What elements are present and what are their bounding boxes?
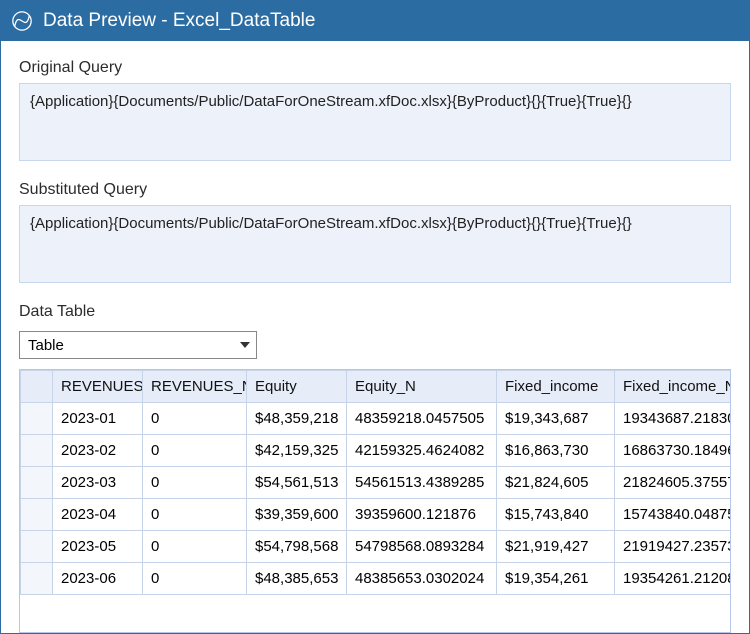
cell[interactable]: 2023-05: [53, 531, 143, 563]
table-view-select[interactable]: Table: [19, 331, 257, 359]
window-title: Data Preview - Excel_DataTable: [43, 10, 315, 32]
cell[interactable]: $42,159,325: [247, 435, 347, 467]
row-handle[interactable]: [21, 499, 53, 531]
column-header[interactable]: Equity: [247, 371, 347, 403]
cell[interactable]: 15743840.0487504: [615, 499, 732, 531]
cell[interactable]: 2023-02: [53, 435, 143, 467]
substituted-query-textarea[interactable]: [19, 205, 731, 283]
cell[interactable]: $54,798,568: [247, 531, 347, 563]
cell[interactable]: $16,863,730: [497, 435, 615, 467]
table-row[interactable]: 2023-030$54,561,51354561513.4389285$21,8…: [21, 467, 732, 499]
cell[interactable]: 21919427.2357313: [615, 531, 732, 563]
cell[interactable]: $15,743,840: [497, 499, 615, 531]
table-row[interactable]: 2023-040$39,359,60039359600.121876$15,74…: [21, 499, 732, 531]
substituted-query-label: Substituted Query: [19, 181, 731, 199]
cell[interactable]: 2023-06: [53, 563, 143, 595]
cell[interactable]: 21824605.3755714: [615, 467, 732, 499]
cell[interactable]: 54798568.0893284: [347, 531, 497, 563]
table-row[interactable]: 2023-010$48,359,21848359218.0457505$19,3…: [21, 403, 732, 435]
cell[interactable]: $54,561,513: [247, 467, 347, 499]
cell[interactable]: $48,359,218: [247, 403, 347, 435]
cell[interactable]: 0: [143, 467, 247, 499]
table-row[interactable]: 2023-060$48,385,65348385653.0302024$19,3…: [21, 563, 732, 595]
data-table-grid[interactable]: REVENUES REVENUES_N Equity Equity_N Fixe…: [19, 369, 731, 633]
cell[interactable]: 0: [143, 435, 247, 467]
table-row[interactable]: 2023-020$42,159,32542159325.4624082$16,8…: [21, 435, 732, 467]
row-handle[interactable]: [21, 435, 53, 467]
table-row[interactable]: 2023-050$54,798,56854798568.0893284$21,9…: [21, 531, 732, 563]
cell[interactable]: $39,359,600: [247, 499, 347, 531]
cell[interactable]: 0: [143, 563, 247, 595]
cell[interactable]: 0: [143, 403, 247, 435]
cell[interactable]: 2023-01: [53, 403, 143, 435]
table-view-select-value: Table: [28, 337, 64, 354]
cell[interactable]: $21,919,427: [497, 531, 615, 563]
row-handle[interactable]: [21, 531, 53, 563]
titlebar: Data Preview - Excel_DataTable: [1, 1, 749, 41]
cell[interactable]: 0: [143, 531, 247, 563]
cell[interactable]: 2023-04: [53, 499, 143, 531]
cell[interactable]: 42159325.4624082: [347, 435, 497, 467]
row-header-blank[interactable]: [21, 371, 53, 403]
cell[interactable]: 0: [143, 499, 247, 531]
column-header[interactable]: Equity_N: [347, 371, 497, 403]
original-query-label: Original Query: [19, 59, 731, 77]
cell[interactable]: 19343687.2183002: [615, 403, 732, 435]
row-handle[interactable]: [21, 563, 53, 595]
column-header[interactable]: Fixed_income: [497, 371, 615, 403]
row-handle[interactable]: [21, 403, 53, 435]
original-query-textarea[interactable]: [19, 83, 731, 161]
chevron-down-icon: [240, 342, 250, 348]
column-header[interactable]: REVENUES: [53, 371, 143, 403]
cell[interactable]: $19,354,261: [497, 563, 615, 595]
cell[interactable]: $19,343,687: [497, 403, 615, 435]
column-header[interactable]: REVENUES_N: [143, 371, 247, 403]
cell[interactable]: $48,385,653: [247, 563, 347, 595]
column-header[interactable]: Fixed_income_N: [615, 371, 732, 403]
cell[interactable]: 39359600.121876: [347, 499, 497, 531]
row-handle[interactable]: [21, 467, 53, 499]
cell[interactable]: 2023-03: [53, 467, 143, 499]
data-table-label: Data Table: [19, 303, 731, 321]
cell[interactable]: $21,824,605: [497, 467, 615, 499]
app-logo-icon: [11, 10, 33, 32]
cell[interactable]: 54561513.4389285: [347, 467, 497, 499]
cell[interactable]: 48385653.0302024: [347, 563, 497, 595]
cell[interactable]: 48359218.0457505: [347, 403, 497, 435]
cell[interactable]: 19354261.2120809: [615, 563, 732, 595]
cell[interactable]: 16863730.1849633: [615, 435, 732, 467]
